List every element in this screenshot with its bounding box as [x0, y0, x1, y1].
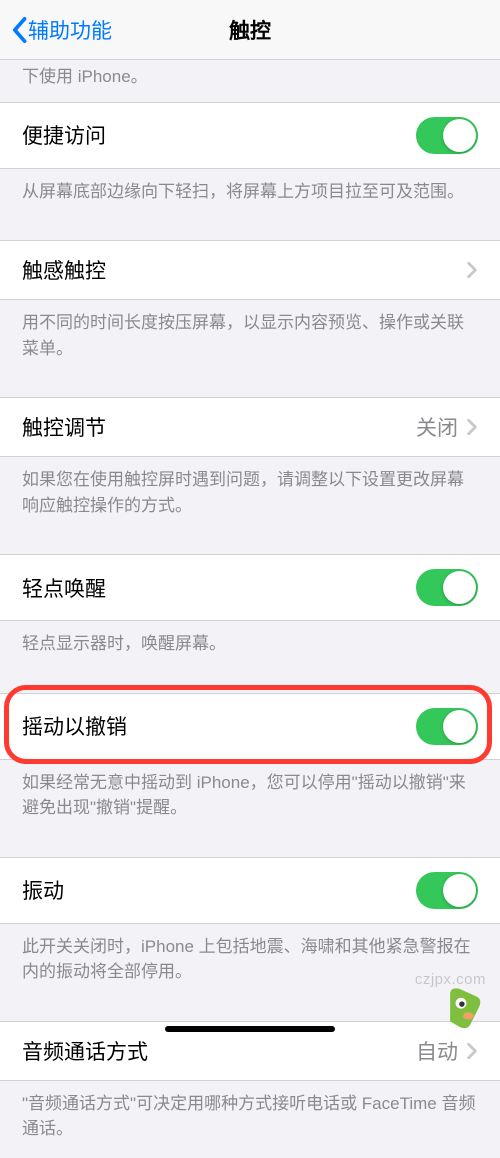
footer-haptic-touch: 用不同的时间长度按压屏幕，以显示内容预览、操作或关联菜单。 — [0, 300, 500, 377]
footer-shake-to-undo: 如果经常无意中摇动到 iPhone，您可以停用"摇动以撤销"来避免出现"撤销"提… — [0, 760, 500, 837]
row-label: 触感触控 — [22, 255, 466, 285]
nav-bar: 辅助功能 触控 — [0, 0, 500, 60]
row-value: 自动 — [416, 1036, 458, 1066]
row-label: 振动 — [22, 875, 416, 905]
row-haptic-touch[interactable]: 触感触控 — [0, 240, 500, 300]
row-label: 音频通话方式 — [22, 1036, 416, 1066]
back-button[interactable]: 辅助功能 — [10, 15, 112, 45]
watermark-text: czjpx.com — [415, 971, 486, 988]
row-reachability[interactable]: 便捷访问 — [0, 102, 500, 169]
switch-vibration[interactable] — [416, 872, 478, 909]
home-indicator[interactable] — [165, 1026, 335, 1032]
chevron-right-icon — [466, 261, 478, 279]
footer-call-audio-routing: "音频通话方式"可决定用哪种方式接听电话或 FaceTime 音频通话。 — [0, 1081, 500, 1158]
row-value: 关闭 — [416, 412, 458, 442]
row-label: 触控调节 — [22, 412, 416, 442]
row-label: 便捷访问 — [22, 120, 416, 150]
footer-tap-to-wake: 轻点显示器时，唤醒屏幕。 — [0, 621, 500, 673]
row-vibration[interactable]: 振动 — [0, 857, 500, 924]
switch-reachability[interactable] — [416, 117, 478, 154]
back-label: 辅助功能 — [28, 15, 112, 45]
footer-touch-accommodations: 如果您在使用触控屏时遇到问题，请调整以下设置更改屏幕响应触控操作的方式。 — [0, 457, 500, 534]
row-tap-to-wake[interactable]: 轻点唤醒 — [0, 554, 500, 621]
row-label: 轻点唤醒 — [22, 573, 416, 603]
switch-tap-to-wake[interactable] — [416, 569, 478, 606]
chevron-right-icon — [466, 1042, 478, 1060]
chevron-right-icon — [466, 418, 478, 436]
switch-shake-to-undo[interactable] — [416, 708, 478, 745]
row-touch-accommodations[interactable]: 触控调节 关闭 — [0, 397, 500, 457]
row-shake-to-undo[interactable]: 摇动以撤销 — [0, 693, 500, 760]
footer-reachability: 从屏幕底部边缘向下轻扫，将屏幕上方项目拉至可及范围。 — [0, 169, 500, 221]
truncated-footer: 下使用 iPhone。 — [0, 60, 500, 102]
row-label: 摇动以撤销 — [22, 711, 416, 741]
chevron-left-icon — [10, 16, 28, 44]
footer-vibration: 此开关关闭时，iPhone 上包括地震、海啸和其他紧急警报在内的振动将全部停用。 — [0, 924, 500, 1001]
